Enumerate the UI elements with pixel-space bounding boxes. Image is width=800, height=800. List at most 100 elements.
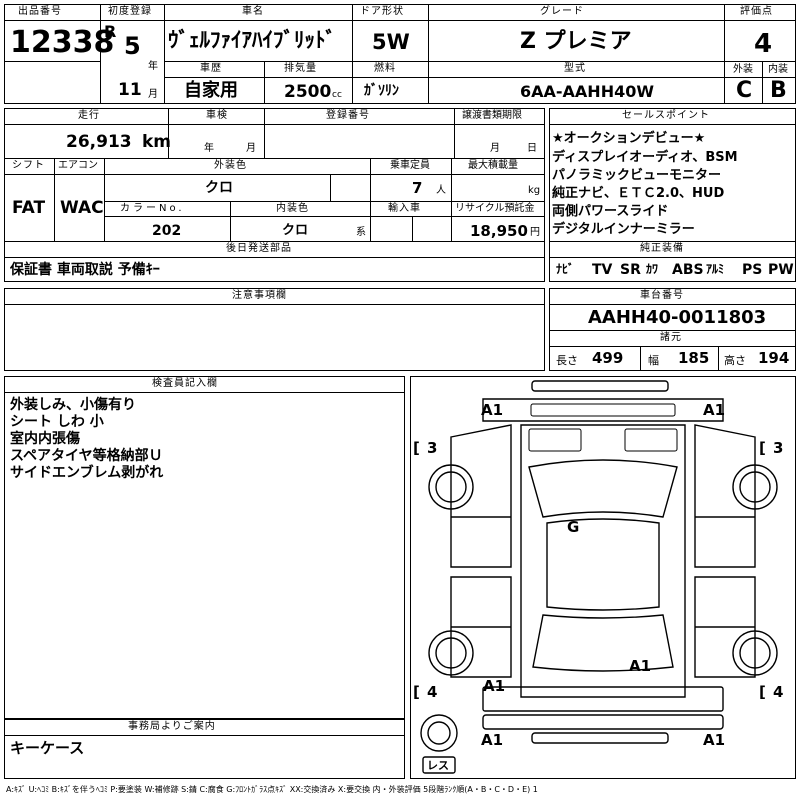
divider	[724, 4, 725, 104]
equipment-item: ABS	[672, 262, 704, 278]
year-unit: 年	[148, 61, 158, 72]
equipment-item: PW	[768, 262, 794, 278]
divider	[549, 257, 796, 258]
recycle-label: リサイクル預託金	[455, 203, 535, 214]
divider	[718, 346, 719, 371]
divider	[4, 392, 405, 393]
inspector-line: シート しわ 小	[10, 414, 104, 430]
mileage-label: 走行	[78, 110, 100, 121]
score-label: 評価点	[740, 6, 773, 17]
recycle: 18,950	[470, 222, 528, 240]
divider	[370, 158, 371, 241]
divider	[4, 20, 724, 21]
height-label: 高さ	[724, 354, 746, 367]
divider	[412, 216, 413, 241]
divider	[549, 330, 796, 331]
shift-label: シフト	[12, 160, 45, 171]
sales-point-line: 両側パワースライド	[552, 204, 669, 219]
sales-points-label: セールスポイント	[622, 110, 710, 121]
tire-tread-front-left: 3	[427, 439, 438, 457]
recycle-unit: 円	[530, 227, 540, 238]
divider	[330, 174, 331, 201]
damage-mark: A1	[703, 731, 726, 749]
int-color-unit: 系	[356, 227, 366, 238]
ac: WAC	[60, 198, 104, 218]
transfer-month-unit: 月	[490, 143, 500, 154]
equipment-item: TV	[592, 262, 613, 278]
divider	[4, 304, 545, 305]
width-label: 幅	[648, 354, 659, 367]
divider	[264, 108, 265, 158]
divider	[762, 61, 763, 104]
interior-label: 内装	[768, 64, 788, 75]
divider	[164, 4, 165, 104]
tire-tread-front-right: 3	[773, 439, 784, 457]
import-label: 輸入車	[388, 203, 421, 214]
interior: B	[770, 78, 787, 103]
inspector-label: 検査員記入欄	[152, 378, 218, 389]
transfer-label: 譲渡書類期限	[462, 110, 522, 121]
divider	[428, 4, 429, 61]
divider	[4, 257, 545, 258]
damage-mark: A1	[629, 657, 652, 675]
shift: FAT	[12, 198, 46, 218]
model: 6AA-AAHH40W	[520, 82, 654, 101]
lot-no-label: 出品番号	[18, 6, 62, 17]
tire-bracket: [	[759, 439, 766, 457]
spare-tire-status: レス	[427, 759, 449, 772]
sales-point-line: ディスプレイオーディオ、BSM	[552, 150, 738, 165]
damage-mark: A1	[481, 401, 504, 419]
length-label: 長さ	[556, 354, 578, 367]
month-unit: 月	[148, 89, 158, 100]
equipment-label: 純正装備	[640, 243, 684, 254]
divider	[549, 241, 796, 242]
sales-point-line: 純正ナビ、ＥＴＣ2.0、HUD	[552, 186, 725, 201]
divider	[230, 201, 231, 241]
grade: Z プレミア	[520, 29, 632, 54]
chassis-number: AAHH40-0011803	[588, 307, 767, 328]
first-reg-label: 初度登録	[108, 6, 152, 17]
tire-bracket: [	[413, 439, 420, 457]
sales-point-line: パノラミックビューモニター	[552, 168, 722, 183]
car-diagram	[420, 380, 778, 774]
equipment-item: PS	[742, 262, 763, 278]
month: 11	[118, 80, 142, 100]
inspection-month-unit: 月	[246, 143, 256, 154]
history-label: 車歴	[200, 63, 222, 74]
damage-mark: A1	[703, 401, 726, 419]
divider	[640, 346, 641, 371]
inspection-year-unit: 年	[204, 143, 214, 154]
legend: A:ｷｽﾞ U:ﾍｺﾐ B:ｷｽﾞを伴うﾍｺﾐ P:要塗装 W:補修跡 S:錆 …	[6, 785, 538, 794]
divider	[549, 304, 796, 305]
ext-color-label: 外装色	[214, 160, 247, 171]
office-label: 事務局よりご案内	[128, 721, 216, 732]
color-no: 202	[152, 223, 182, 239]
transfer-day-unit: 日	[527, 143, 537, 154]
notes-label: 注意事項欄	[232, 290, 287, 301]
damage-mark: G	[567, 518, 580, 536]
divider	[164, 77, 724, 78]
history: 自家用	[184, 80, 238, 101]
score: 4	[754, 29, 773, 59]
door-label: ドア形状	[360, 6, 404, 17]
capacity-label: 乗車定員	[390, 160, 430, 171]
divider	[4, 735, 405, 736]
int-color: クロ	[282, 223, 309, 238]
inspector-line: 外装しみ、小傷有り	[10, 397, 136, 413]
divider	[4, 241, 545, 242]
ac-label: エアコン	[58, 160, 98, 171]
car-name: ｳﾞｪﾙﾌｧｲｱﾊｲﾌﾞﾘｯﾄﾞ	[168, 28, 336, 52]
grade-label: グレード	[540, 6, 584, 17]
width: 185	[678, 349, 710, 367]
year: 5	[124, 32, 141, 60]
sales-point-line: ★オークションデビュー★	[552, 131, 706, 146]
length: 499	[592, 349, 624, 367]
tire-tread-rear-right: 4	[773, 683, 784, 701]
exterior-label: 外装	[733, 64, 753, 75]
color-no-label: カラーNo.	[120, 203, 185, 214]
equipment-item: SR	[620, 262, 641, 278]
divider	[54, 158, 55, 241]
inspection-label: 車検	[206, 110, 228, 121]
equipment-item: ｱﾙﾐ	[706, 262, 725, 276]
exterior: C	[736, 78, 753, 103]
